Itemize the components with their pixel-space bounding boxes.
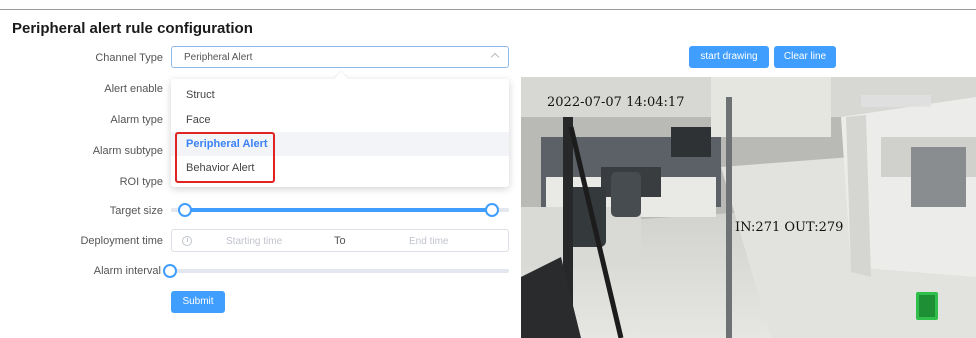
in-out-counter: IN:271 OUT:279 — [735, 220, 844, 235]
start-time-input[interactable]: Starting time — [226, 236, 282, 247]
chevron-up-icon — [490, 52, 500, 62]
alarm-interval-label: Alarm interval — [93, 265, 161, 277]
deployment-time-label: Deployment time — [80, 235, 163, 247]
channel-type-label: Channel Type — [95, 52, 163, 64]
end-time-input[interactable]: End time — [409, 236, 448, 247]
target-size-max-handle[interactable] — [485, 203, 500, 217]
submit-button[interactable]: Submit — [171, 291, 225, 313]
roi-type-label: ROI type — [119, 176, 163, 188]
channel-type-select[interactable]: Peripheral Alert — [171, 46, 509, 68]
page-title: Peripheral alert rule configuration — [12, 20, 253, 37]
dropdown-option-struct[interactable]: Struct — [171, 83, 509, 107]
alert-enable-label: Alert enable — [104, 83, 163, 95]
target-size-fill — [184, 208, 493, 212]
channel-type-value: Peripheral Alert — [184, 52, 253, 63]
target-size-label: Target size — [109, 205, 163, 217]
alarm-interval-handle[interactable] — [163, 264, 177, 278]
deployment-time-range[interactable]: Starting time To End time — [171, 229, 509, 252]
clock-icon — [182, 236, 192, 246]
alarm-subtype-label: Alarm subtype — [92, 145, 163, 157]
dropdown-option-face[interactable]: Face — [171, 108, 509, 132]
top-divider — [0, 9, 976, 10]
clear-line-button[interactable]: Clear line — [774, 46, 836, 68]
alarm-type-label: Alarm type — [110, 114, 163, 126]
office-scene-image — [521, 77, 976, 338]
range-separator: To — [334, 235, 346, 247]
annotation-highlight-box — [175, 132, 275, 183]
alarm-interval-track — [170, 269, 509, 273]
video-timestamp: 2022-07-07 14:04:17 — [547, 95, 685, 110]
target-size-min-handle[interactable] — [177, 203, 192, 217]
camera-preview[interactable]: 2022-07-07 14:04:17 IN:271 OUT:279 — [521, 77, 976, 338]
start-drawing-button[interactable]: start drawing — [689, 46, 769, 68]
